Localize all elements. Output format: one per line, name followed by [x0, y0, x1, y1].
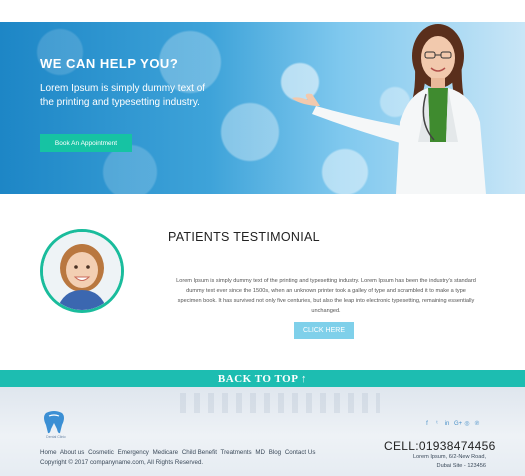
social-links: f ᵗ in G+ ◎ ℗: [424, 421, 480, 427]
click-here-button[interactable]: CLICK HERE: [294, 322, 354, 339]
footer-nav-child-benefit[interactable]: Child Benefit: [182, 449, 217, 456]
logo-text: Dental Clinic: [46, 435, 66, 439]
footer-nav-md[interactable]: MD: [255, 449, 265, 456]
footer-nav-emergency[interactable]: Emergency: [118, 449, 149, 456]
footer-nav-about[interactable]: About us: [60, 449, 84, 456]
google-plus-icon[interactable]: G+: [454, 421, 462, 427]
hero-text: Lorem Ipsum is simply dummy text of the …: [40, 83, 206, 108]
testimonial-text: Lorem Ipsum is simply dummy text of the …: [176, 278, 476, 314]
copyright-text: Copyright © 2017 companyname.com, All Ri…: [40, 459, 204, 466]
footer-nav-contact[interactable]: Contact Us: [285, 449, 316, 456]
linkedin-icon[interactable]: in: [444, 421, 450, 427]
address-line-1: Lorem Ipsum, 6/2-New Road,: [412, 454, 486, 460]
footer-nav-medicare[interactable]: Medicare: [153, 449, 178, 456]
footer-nav-treatments[interactable]: Treatments: [221, 449, 252, 456]
footer-nav-home[interactable]: Home: [40, 449, 57, 456]
instagram-icon[interactable]: ◎: [464, 421, 470, 427]
footer: Dental Clinic Home About us Cosmetic Eme…: [0, 387, 525, 476]
twitter-icon[interactable]: ᵗ: [434, 421, 440, 427]
book-appointment-button[interactable]: Book An Appointment: [40, 134, 132, 152]
patient-avatar: [40, 229, 124, 313]
tooth-logo-icon: [44, 411, 64, 434]
phone-number: CELL:01938474456: [384, 439, 496, 453]
footer-decoration: [180, 393, 380, 413]
testimonial-title: PATIENTS TESTIMONIAL: [168, 230, 320, 244]
doctor-image: [292, 24, 486, 194]
footer-nav-cosmetic[interactable]: Cosmetic: [88, 449, 114, 456]
hero-title: WE CAN HELP YOU?: [40, 56, 179, 71]
pinterest-icon[interactable]: ℗: [474, 421, 480, 427]
footer-nav-blog[interactable]: Blog: [269, 449, 281, 456]
back-to-top-link[interactable]: BACK TO TOP ↑: [0, 370, 525, 387]
address-line-2: Dubai Site - 123456: [436, 463, 486, 469]
facebook-icon[interactable]: f: [424, 421, 430, 427]
footer-nav: Home About us Cosmetic Emergency Medicar…: [40, 449, 317, 456]
hero-banner: WE CAN HELP YOU? Lorem Ipsum is simply d…: [0, 22, 525, 194]
